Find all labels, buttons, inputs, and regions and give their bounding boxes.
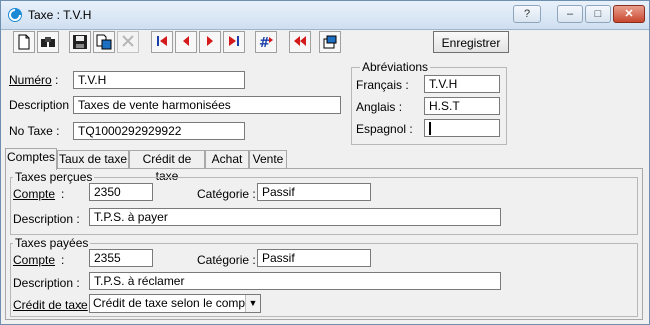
window-title: Taxe : T.V.H bbox=[28, 8, 92, 22]
save-button[interactable]: Enregistrer bbox=[433, 31, 509, 53]
svg-text:#: # bbox=[259, 36, 270, 50]
app-logo-icon bbox=[8, 8, 22, 22]
last-record-icon bbox=[229, 36, 239, 46]
tab-comptes[interactable]: Comptes bbox=[5, 148, 57, 170]
francais-label: Français : bbox=[356, 78, 409, 92]
taxes-percues-group: Taxes perçues Compte : 2350 Catégorie : … bbox=[10, 171, 638, 235]
next-record-button[interactable] bbox=[199, 31, 221, 53]
percues-compte-label: Compte bbox=[13, 187, 56, 201]
taxes-percues-title: Taxes perçues bbox=[13, 170, 95, 184]
delete-icon bbox=[122, 35, 134, 47]
numero-colon: : bbox=[55, 73, 59, 87]
previous-record-button[interactable] bbox=[175, 31, 197, 53]
copy-button[interactable] bbox=[93, 31, 115, 53]
minimize-button[interactable]: – bbox=[557, 5, 583, 23]
rewind-icon bbox=[294, 36, 306, 46]
percues-description-field[interactable]: T.P.S. à payer bbox=[89, 208, 501, 226]
description-field[interactable]: Taxes de vente harmonisées bbox=[73, 96, 341, 114]
tab-vente[interactable]: Vente bbox=[249, 150, 287, 168]
chevron-down-icon[interactable]: ▼ bbox=[245, 295, 260, 312]
anglais-label: Anglais : bbox=[356, 100, 403, 114]
goto-record-icon: # bbox=[259, 36, 273, 50]
title-bar: Taxe : T.V.H ? – □ ✕ bbox=[1, 1, 649, 30]
taxes-payees-group: Taxes payées Compte : 2355 Catégorie : P… bbox=[10, 237, 638, 317]
last-record-button[interactable] bbox=[223, 31, 245, 53]
payees-compte-colon: : bbox=[61, 253, 65, 267]
numero-label: Numéro bbox=[9, 73, 52, 87]
credit-de-taxe-colon: : bbox=[79, 298, 83, 312]
new-document-icon bbox=[18, 34, 30, 50]
numero-field[interactable]: T.V.H bbox=[73, 71, 245, 89]
abbreviations-title: Abréviations bbox=[360, 60, 431, 74]
credit-de-taxe-value: Crédit de taxe selon le compte bbox=[93, 296, 256, 310]
percues-categorie-field[interactable]: Passif bbox=[257, 183, 371, 201]
text-cursor bbox=[429, 122, 431, 136]
no-taxe-label: No Taxe : bbox=[9, 124, 60, 138]
tab-taux-de-taxe[interactable]: Taux de taxe bbox=[57, 150, 129, 168]
save-file-button[interactable] bbox=[69, 31, 91, 53]
credit-de-taxe-select[interactable]: Crédit de taxe selon le compte ▼ bbox=[89, 294, 261, 313]
espagnol-field[interactable] bbox=[424, 119, 500, 137]
close-button[interactable]: ✕ bbox=[613, 5, 645, 23]
next-record-icon bbox=[207, 36, 213, 46]
find-button[interactable] bbox=[37, 31, 59, 53]
help-button[interactable]: ? bbox=[513, 5, 541, 23]
maximize-button[interactable]: □ bbox=[585, 5, 611, 23]
window-button[interactable] bbox=[319, 31, 341, 53]
percues-description-label: Description : bbox=[13, 212, 80, 226]
find-icon bbox=[41, 37, 55, 47]
toolbar: # Enregistrer bbox=[1, 29, 649, 57]
rewind-button[interactable] bbox=[289, 31, 311, 53]
espagnol-label: Espagnol : bbox=[356, 122, 413, 136]
percues-categorie-label: Catégorie : bbox=[197, 187, 256, 201]
taxes-payees-title: Taxes payées bbox=[13, 236, 91, 250]
anglais-field[interactable]: H.S.T bbox=[424, 97, 500, 115]
goto-record-button[interactable]: # bbox=[255, 31, 277, 53]
copy-icon bbox=[96, 34, 112, 50]
francais-field[interactable]: T.V.H bbox=[424, 75, 500, 93]
window-icon bbox=[323, 35, 337, 49]
description-label: Description : bbox=[9, 98, 76, 112]
credit-de-taxe-label: Crédit de taxe bbox=[13, 298, 88, 312]
save-icon bbox=[73, 35, 87, 49]
first-record-icon bbox=[157, 36, 167, 46]
payees-compte-field[interactable]: 2355 bbox=[89, 249, 153, 267]
delete-button[interactable] bbox=[117, 31, 139, 53]
payees-description-field[interactable]: T.P.S. à réclamer bbox=[89, 272, 501, 290]
payees-categorie-label: Catégorie : bbox=[197, 253, 256, 267]
abbreviations-group: Abréviations Français : T.V.H Anglais : … bbox=[351, 61, 507, 145]
no-taxe-field[interactable]: TQ1000292929922 bbox=[73, 122, 245, 140]
first-record-button[interactable] bbox=[151, 31, 173, 53]
tab-credit-de-taxe[interactable]: Crédit de taxe bbox=[129, 150, 205, 183]
payees-categorie-field[interactable]: Passif bbox=[257, 249, 371, 267]
previous-record-icon bbox=[183, 36, 189, 46]
new-button[interactable] bbox=[13, 31, 35, 53]
app-window: Taxe : T.V.H ? – □ ✕ # Enregistrer Numér… bbox=[0, 0, 650, 325]
payees-description-label: Description : bbox=[13, 276, 80, 290]
payees-compte-label: Compte bbox=[13, 253, 56, 267]
tab-achat[interactable]: Achat bbox=[205, 150, 249, 168]
percues-compte-field[interactable]: 2350 bbox=[89, 183, 153, 201]
comptes-panel: Taxes perçues Compte : 2350 Catégorie : … bbox=[5, 168, 643, 320]
percues-compte-colon: : bbox=[61, 187, 65, 201]
